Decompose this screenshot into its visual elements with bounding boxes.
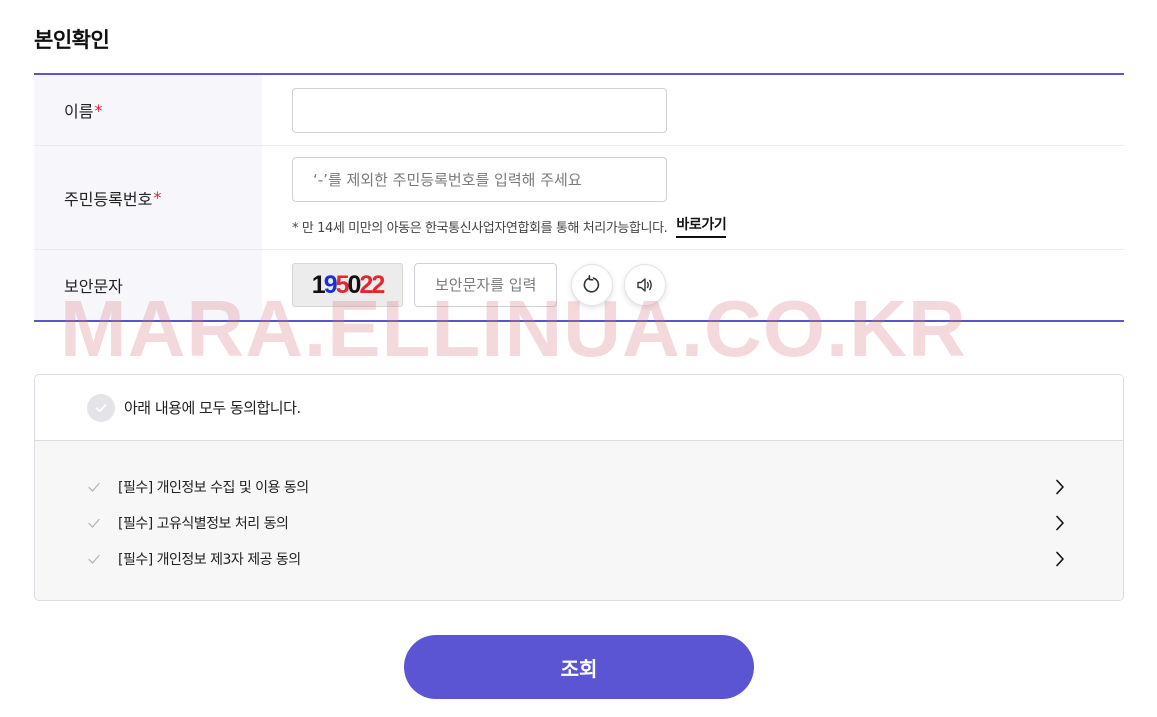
rrn-label-text: 주민등록번호 — [64, 189, 153, 209]
captcha-audio-button[interactable] — [624, 264, 666, 306]
captcha-digit: 1 — [311, 270, 326, 299]
rrn-row: 주민등록번호* * 만 14세 미만의 아동은 한국통신사업자연합회를 통해 처… — [34, 146, 1124, 250]
agreement-box: 아래 내용에 모두 동의합니다. [필수] 개인정보 수집 및 이용 동의 [필… — [34, 374, 1124, 601]
verification-form: 이름* 주민등록번호* * 만 14세 미만의 아동은 한국통신사업자연합회를 … — [34, 73, 1124, 322]
required-mark: * — [94, 100, 103, 120]
captcha-label-text: 보안문자 — [64, 277, 123, 296]
rrn-hint: * 만 14세 미만의 아동은 한국통신사업자연합회를 통해 처리가능합니다. … — [292, 214, 1124, 238]
check-icon — [87, 516, 101, 530]
identity-verification-page: 본인확인 이름* 주민등록번호* * 만 14세 미만의 아동은 한국통신사업자… — [0, 0, 1157, 717]
agreement-item[interactable]: [필수] 개인정보 수집 및 이용 동의 — [35, 469, 1123, 505]
captcha-digit: 0 — [347, 270, 362, 299]
name-row: 이름 * — [34, 75, 1124, 146]
agree-all-label: 아래 내용에 모두 동의합니다. — [124, 399, 301, 417]
captcha-digit: 2 — [371, 270, 385, 299]
chevron-right-icon[interactable] — [1055, 515, 1065, 531]
captcha-digit: 9 — [323, 270, 338, 299]
agreement-item-label: [필수] 개인정보 수집 및 이용 동의 — [118, 480, 309, 496]
agreement-item[interactable]: [필수] 개인정보 제3자 제공 동의 — [35, 541, 1123, 577]
shortcut-link[interactable]: 바로가기 — [676, 214, 727, 238]
rrn-label: 주민등록번호 * — [34, 146, 262, 249]
name-input[interactable] — [292, 87, 667, 133]
captcha-field-cell: 195022 — [262, 250, 1124, 320]
check-icon — [87, 480, 101, 494]
agreement-item-label: [필수] 개인정보 제3자 제공 동의 — [118, 552, 301, 568]
captcha-label: 보안문자 — [34, 250, 262, 320]
agreement-item[interactable]: [필수] 고유식별정보 처리 동의 — [35, 505, 1123, 541]
rrn-field-cell: * 만 14세 미만의 아동은 한국통신사업자연합회를 통해 처리가능합니다. … — [262, 146, 1124, 249]
speaker-icon — [637, 278, 652, 292]
captcha-digit: 5 — [335, 270, 350, 299]
name-label: 이름 * — [34, 75, 262, 145]
agreement-item-label: [필수] 고유식별정보 처리 동의 — [118, 516, 289, 532]
captcha-image: 195022 — [292, 263, 403, 307]
name-label-text: 이름 — [64, 102, 94, 121]
required-mark: * — [153, 188, 162, 207]
agree-all-checkbox[interactable]: 아래 내용에 모두 동의합니다. — [35, 375, 1123, 441]
rrn-input[interactable] — [292, 157, 667, 202]
submit-button[interactable]: 조회 — [404, 635, 754, 699]
captcha-refresh-button[interactable] — [571, 264, 613, 306]
name-field-cell — [262, 75, 1124, 145]
captcha-controls: 195022 — [292, 263, 1124, 307]
page-title: 본인확인 — [34, 28, 110, 52]
captcha-row: 보안문자 195022 — [34, 250, 1124, 320]
chevron-right-icon[interactable] — [1055, 551, 1065, 567]
check-icon — [87, 552, 101, 566]
chevron-right-icon[interactable] — [1055, 479, 1065, 495]
rrn-hint-text: * 만 14세 미만의 아동은 한국통신사업자연합회를 통해 처리가능합니다. — [292, 220, 668, 236]
agreement-list: [필수] 개인정보 수집 및 이용 동의 [필수] 고유식별정보 처리 동의 [ — [35, 441, 1123, 600]
refresh-icon — [583, 275, 600, 293]
check-circle-icon — [87, 393, 115, 422]
captcha-digit: 2 — [359, 270, 373, 299]
captcha-input[interactable] — [414, 263, 557, 307]
